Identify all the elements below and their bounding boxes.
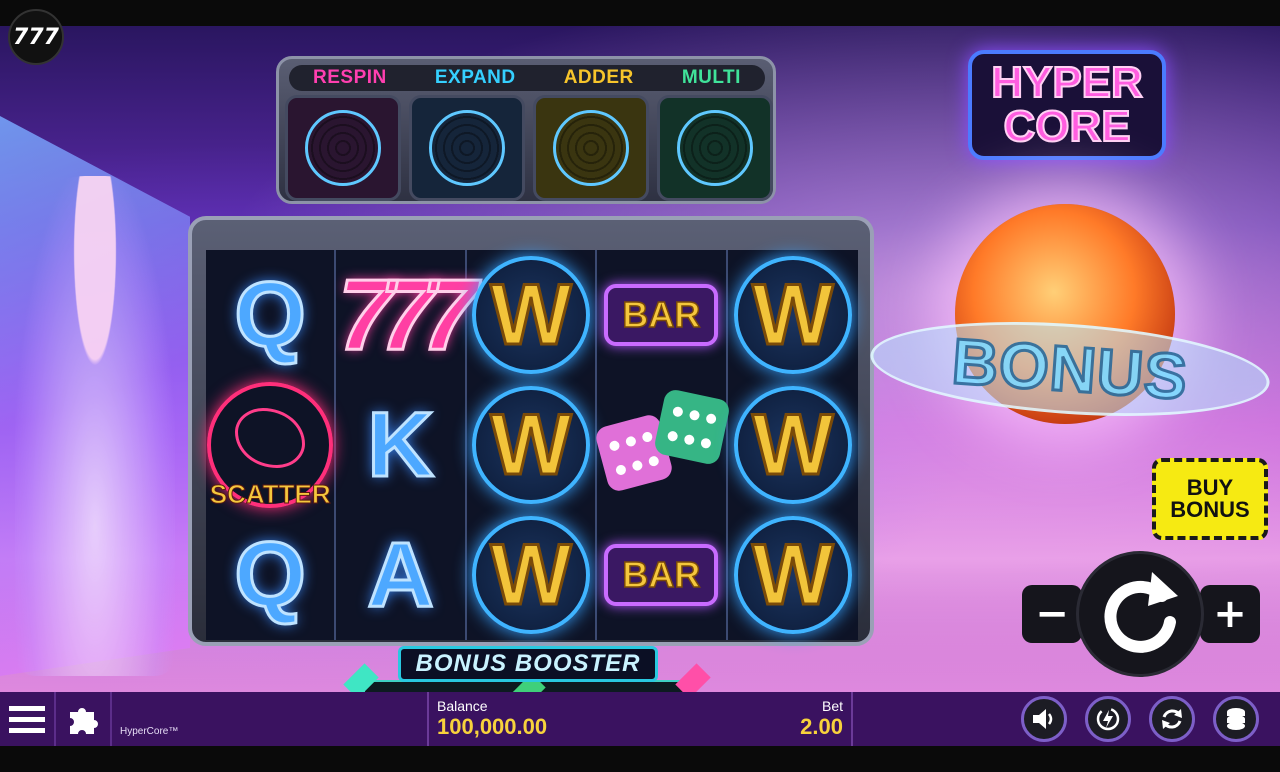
bet-settings-button[interactable] [1213,696,1259,742]
symbol-wild: W [733,256,852,374]
reel-cell: SCATTER [206,380,337,510]
sound-button[interactable] [1021,696,1067,742]
balance-value: 100,000.00 [437,714,548,739]
reel-cell: A [336,510,467,640]
reel-cell: 777 [336,250,479,380]
autoplay-icon [1162,709,1182,729]
booster-label: BONUS BOOSTER [398,646,658,682]
puzzle-icon [70,708,98,734]
spin-controls: − + [1022,551,1260,677]
core-orb-icon [429,110,505,186]
logo-line-2: CORE [1002,102,1131,151]
turbo-button[interactable] [1085,696,1131,742]
dice-green-icon [653,387,732,467]
bonus-booster: BONUS BOOSTER [343,646,713,692]
symbol-wild: W [471,516,590,634]
turbo-icon [1096,707,1120,731]
slot-machine: RESPIN EXPAND ADDER MULTI Q 777 W BAR W [178,56,882,692]
autoplay-button[interactable] [1149,696,1195,742]
spin-button[interactable] [1076,551,1204,677]
reel-cell: W [467,250,598,380]
hypercore-logo: HYPER CORE [968,50,1166,160]
reel-cell: BAR [597,250,728,380]
dragon-icon [235,408,306,468]
buy-bonus-button[interactable]: BUY BONUS [1152,458,1268,540]
balance-label: Balance [437,698,488,714]
modifier-label-respin: RESPIN [313,67,387,88]
modifier-slots [285,95,773,201]
core-orb-icon [677,110,753,186]
reel-cell: W [467,380,598,510]
bottom-letterbox [0,746,1280,772]
game-stage: RESPIN EXPAND ADDER MULTI Q 777 W BAR W [0,26,1280,692]
game-name-label: HyperCore™ [120,726,179,737]
symbol-wild: W [733,516,852,634]
coins-icon [1227,708,1245,730]
modifier-labels: RESPIN EXPAND ADDER MULTI [289,65,765,91]
reel-cell: BAR [597,510,728,640]
symbol-q: Q [233,262,308,367]
modifier-slot-multi [657,95,773,201]
reel-cell: Q [206,510,337,640]
reel-cell: W [728,510,858,640]
reel-cell: K [336,380,467,510]
minus-icon: − [1035,591,1069,637]
modifier-slot-adder [533,95,649,201]
paytable-button[interactable] [56,692,112,746]
scatter-label: SCATTER [209,479,331,510]
symbol-k: K [366,392,435,497]
core-orb-icon [305,110,381,186]
reel-cell: W [467,510,598,640]
reel-cell [593,380,732,510]
menu-button[interactable] [0,692,56,746]
logo-line-1: HYPER [990,58,1144,107]
symbol-wild: W [733,386,852,504]
menu-icon [9,706,45,733]
badge-text: 777 [13,24,59,50]
modifier-slot-respin [285,95,401,201]
bonus-ring-label: BONUS [948,323,1192,414]
reel-frame: Q 777 W BAR W SCATTER K W W Q A W BAR W [188,216,874,646]
bet-decrease-button[interactable]: − [1022,585,1082,643]
modifier-panel: RESPIN EXPAND ADDER MULTI [276,56,776,204]
symbol-scatter: SCATTER [207,382,334,510]
symbol-wild: W [471,386,590,504]
balance-bet-panel: Balance 100,000.00 Bet 2.00 [427,692,853,746]
hologram-woman-image [15,176,175,676]
core-orb-icon [553,110,629,186]
plus-icon: + [1213,591,1247,637]
buy-bonus-line-2: BONUS [1170,497,1250,522]
symbol-bar: BAR [604,284,719,346]
reel-cell: W [728,250,858,380]
bet-label: Bet [821,698,843,714]
modifier-label-expand: EXPAND [434,67,516,88]
reel-cell: W [728,380,858,510]
bonus-ring: BONUS [867,310,1273,428]
modifier-slot-expand [409,95,525,201]
gem-pink-icon [675,663,711,692]
symbol-bar: BAR [604,544,719,606]
buy-bonus-line-1: BUY [1186,475,1234,500]
reel-grid: Q 777 W BAR W SCATTER K W W Q A W BAR W [206,250,858,640]
modifier-label-adder: ADDER [563,67,634,88]
symbol-wild: W [471,256,590,374]
bottom-bar: HyperCore™ Balance 100,000.00 Bet 2.00 [0,692,1280,746]
modifier-label-multi: MULTI [681,67,741,88]
bet-increase-button[interactable]: + [1200,585,1260,643]
symbol-a: A [366,522,435,627]
volume-icon [1033,709,1053,729]
symbol-q: Q [233,522,308,627]
provider-777-badge: 777 [8,9,64,65]
symbol-seven: 777 [337,257,479,372]
reel-cell: Q [206,250,337,380]
bet-value: 2.00 [800,714,843,739]
spin-arrow-icon [1104,572,1178,653]
